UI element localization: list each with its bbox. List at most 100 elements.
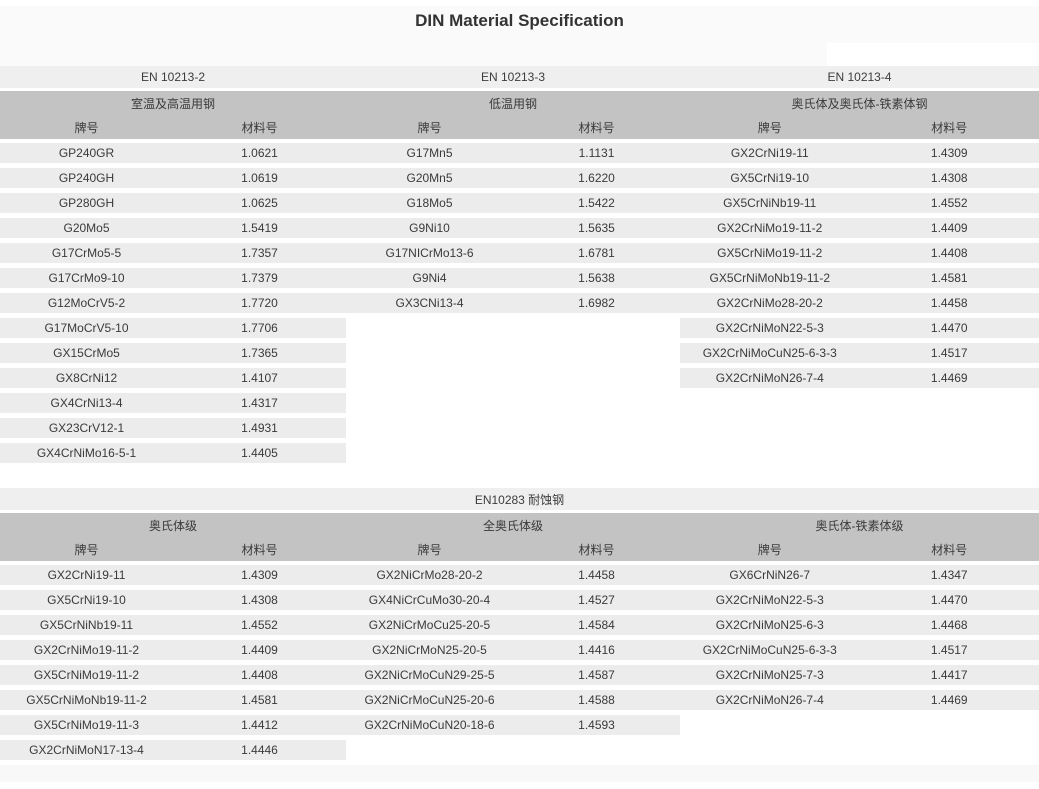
table-row: GX2CrNi19-111.4309 [680, 143, 1039, 163]
material-number-cell: 1.4584 [513, 615, 680, 635]
grade-cell: GX5CrNiNb19-11 [680, 193, 860, 213]
grade-cell: GX2CrNiMoN17-13-4 [0, 740, 173, 760]
grade-cell: GX2NiCrMoCuN29-25-5 [346, 665, 513, 685]
column-header-material-number: 材料号 [173, 537, 346, 561]
material-number-cell: 1.4527 [513, 590, 680, 610]
table-row: GX2CrNiMoCuN20-18-61.4593 [346, 715, 680, 735]
material-number-cell: 1.4308 [173, 590, 346, 610]
grade-cell: G18Mo5 [346, 193, 513, 213]
grade-cell: GX2CrNiMo19-11-2 [680, 218, 860, 238]
grade-cell: GX6CrNiN26-7 [680, 565, 860, 585]
grade-cell: GX2CrNiMoCuN20-18-6 [346, 715, 513, 735]
grade-cell: GX2NiCrMoCu25-20-5 [346, 615, 513, 635]
table-row: GX2NiCrMo28-20-21.4458 [346, 565, 680, 585]
category-label: 低温用钢 [346, 91, 680, 115]
table-row: G17MoCrV5-101.7706 [0, 318, 346, 338]
material-number-cell: 1.4308 [860, 168, 1039, 188]
section-column-headers: 牌号 材料号 [680, 537, 1039, 561]
material-number-cell: 1.4470 [860, 590, 1039, 610]
section-column-headers: 牌号 材料号 [346, 537, 680, 561]
table-row: GX2CrNiMoN17-13-41.4446 [0, 740, 346, 760]
material-number-cell: 1.0621 [173, 143, 346, 163]
grade-cell: G12MoCrV5-2 [0, 293, 173, 313]
section-rows: GX2CrNi19-111.4309GX5CrNi19-101.4308GX5C… [680, 143, 1039, 393]
grade-cell: GX8CrNi12 [0, 368, 173, 388]
grade-cell: G17CrMo9-10 [0, 268, 173, 288]
grade-cell: GX5CrNiMoNb19-11-2 [0, 690, 173, 710]
table-row: GX2CrNiMoCuN25-6-3-31.4517 [680, 640, 1039, 660]
table-body: GP240GR1.0621GP240GH1.0619GP280GH1.0625G… [0, 143, 1039, 468]
standard-label: EN10283 耐蚀钢 [0, 488, 1039, 510]
table-row: GX5CrNiMo19-11-21.4408 [680, 243, 1039, 263]
table-row: G9Ni41.5638 [346, 268, 680, 288]
table-row: GX2CrNiMo28-20-21.4458 [680, 293, 1039, 313]
column-header-material-number: 材料号 [513, 537, 680, 561]
material-number-cell: 1.4412 [173, 715, 346, 735]
column-header-grade: 牌号 [680, 537, 860, 561]
table-row: G18Mo51.5422 [346, 193, 680, 213]
material-number-cell: 1.0625 [173, 193, 346, 213]
material-number-cell: 1.4347 [860, 565, 1039, 585]
grade-cell: GX2CrNiMoN26-7-4 [680, 368, 860, 388]
section-rows: GX6CrNiN26-71.4347GX2CrNiMoN22-5-31.4470… [680, 565, 1039, 715]
category-label: 奥氏体-铁素体级 [680, 513, 1039, 537]
grade-cell: GX5CrNiNb19-11 [0, 615, 173, 635]
grade-cell: GX2CrNiMoN25-6-3 [680, 615, 860, 635]
grade-cell: GX2CrNiMo19-11-2 [0, 640, 173, 660]
grade-cell: GX15CrMo5 [0, 343, 173, 363]
table-row: GX15CrMo51.7365 [0, 343, 346, 363]
standards-row: EN 10213-2 EN 10213-3 EN 10213-4 [0, 66, 1039, 88]
grade-cell: G17Mn5 [346, 143, 513, 163]
table-row: GX8CrNi121.4107 [0, 368, 346, 388]
material-number-cell: 1.4409 [173, 640, 346, 660]
grade-cell: G9Ni10 [346, 218, 513, 238]
grade-cell: GX4NiCrCuMo30-20-4 [346, 590, 513, 610]
column-header-material-number: 材料号 [173, 115, 346, 139]
table-row: GX2NiCrMoN25-20-51.4416 [346, 640, 680, 660]
material-number-cell: 1.4408 [173, 665, 346, 685]
grade-cell: GP280GH [0, 193, 173, 213]
column-headers-row: 牌号 材料号 牌号 材料号 牌号 材料号 [0, 115, 1039, 139]
material-number-cell: 1.4517 [860, 343, 1039, 363]
table-row: G17CrMo9-101.7379 [0, 268, 346, 288]
grade-cell: GX5CrNi19-10 [0, 590, 173, 610]
column-header-grade: 牌号 [346, 537, 513, 561]
material-number-cell: 1.4469 [860, 690, 1039, 710]
categories-row: 奥氏体级 全奥氏体级 奥氏体-铁素体级 [0, 513, 1039, 537]
table-en10283: EN10283 耐蚀钢 奥氏体级 全奥氏体级 奥氏体-铁素体级 牌号 材料号 牌… [0, 488, 1039, 765]
grade-cell: GP240GH [0, 168, 173, 188]
grade-cell: G17NICrMo13-6 [346, 243, 513, 263]
grade-cell: GX2NiCrMoN25-20-5 [346, 640, 513, 660]
section-rows: GX2CrNi19-111.4309GX5CrNi19-101.4308GX5C… [0, 565, 346, 765]
material-number-cell: 1.4458 [860, 293, 1039, 313]
material-number-cell: 1.7357 [173, 243, 346, 263]
table-row: GX2CrNiMoN26-7-41.4469 [680, 368, 1039, 388]
grade-cell: GX2CrNi19-11 [680, 143, 860, 163]
column-header-grade: 牌号 [0, 537, 173, 561]
grade-cell: GX2CrNiMoN22-5-3 [680, 590, 860, 610]
table-row: G9Ni101.5635 [346, 218, 680, 238]
category-label: 室温及高温用钢 [0, 91, 346, 115]
material-number-cell: 1.4581 [860, 268, 1039, 288]
standard-label: EN 10213-3 [346, 66, 680, 88]
grade-cell: G17MoCrV5-10 [0, 318, 173, 338]
material-number-cell: 1.5635 [513, 218, 680, 238]
table-row: GX5CrNiMoNb19-11-21.4581 [0, 690, 346, 710]
standard-label: EN 10213-4 [680, 66, 1039, 88]
material-number-cell: 1.7706 [173, 318, 346, 338]
material-number-cell: 1.4417 [860, 665, 1039, 685]
table-row: G17NICrMo13-61.6781 [346, 243, 680, 263]
din-material-page: DIN Material Specification EN 10213-2 EN… [0, 0, 1039, 789]
grade-cell: GX2CrNi19-11 [0, 565, 173, 585]
column-header-grade: 牌号 [346, 115, 513, 139]
page-title: DIN Material Specification [0, 6, 1039, 31]
table-row: GX2CrNiMoN22-5-31.4470 [680, 318, 1039, 338]
table-row: GX4CrNi13-41.4317 [0, 393, 346, 413]
grade-cell: GX5CrNiMoNb19-11-2 [680, 268, 860, 288]
material-number-cell: 1.4309 [173, 565, 346, 585]
material-number-cell: 1.4552 [860, 193, 1039, 213]
grade-cell: GX5CrNiMo19-11-3 [0, 715, 173, 735]
material-number-cell: 1.4552 [173, 615, 346, 635]
table-row: GX2CrNi19-111.4309 [0, 565, 346, 585]
material-number-cell: 1.6982 [513, 293, 680, 313]
